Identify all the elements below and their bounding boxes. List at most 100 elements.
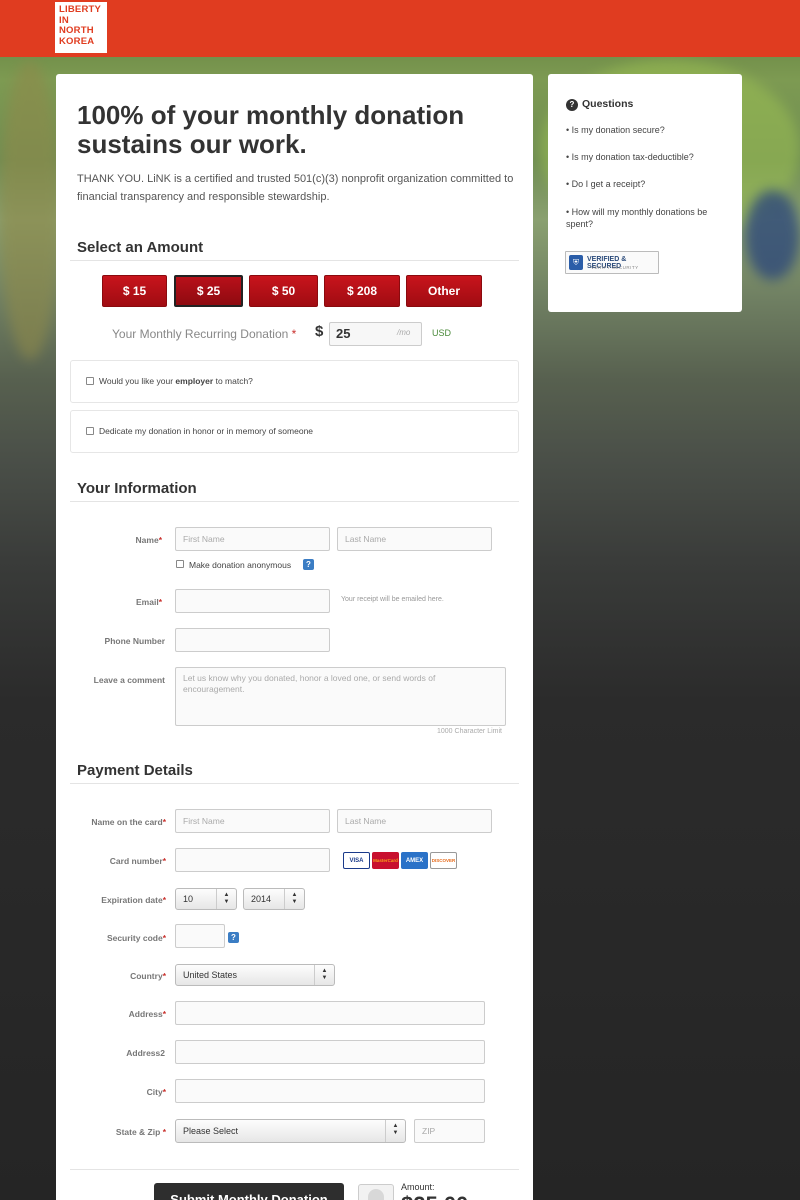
question-link[interactable]: • How will my monthly donations be spent… [566, 206, 731, 230]
verified-secured-badge[interactable]: ⛨ VERIFIED & SECURED VERIFY SECURITY [565, 251, 659, 274]
amount-button-other[interactable]: Other [406, 275, 482, 307]
divider [70, 501, 519, 502]
divider [70, 260, 519, 261]
required-mark: * [162, 1009, 166, 1019]
anonymous-checkbox[interactable] [176, 560, 184, 568]
address2-input[interactable] [175, 1040, 485, 1064]
last-name-input[interactable]: Last Name [337, 527, 492, 551]
security-code-label: Security code* [66, 933, 166, 943]
card-number-label: Card number* [66, 856, 166, 866]
exp-year-value: 2014 [251, 894, 272, 904]
dedicate-option: Dedicate my donation in honor or in memo… [70, 410, 519, 453]
question-text: Do I get a receipt? [571, 179, 646, 189]
background-figure [745, 190, 800, 280]
email-input[interactable] [175, 589, 330, 613]
country-select[interactable]: United States ▲ ▼ [175, 964, 335, 986]
city-label-text: City [146, 1087, 163, 1097]
payment-details-heading: Payment Details [77, 762, 193, 779]
period-suffix: /mo [397, 328, 411, 337]
address2-label: Address2 [126, 1048, 165, 1058]
currency-symbol: $ [315, 323, 324, 340]
required-mark: * [162, 895, 166, 905]
city-input[interactable] [175, 1079, 485, 1103]
visa-icon: VISA [343, 852, 370, 869]
amount-summary-label: Amount: [401, 1182, 435, 1192]
shield-icon: ⛨ [569, 255, 583, 270]
dedicate-label[interactable]: Dedicate my donation in honor or in memo… [99, 426, 313, 436]
employer-match-label[interactable]: Would you like your employer to match? [99, 376, 253, 386]
amount-button-50[interactable]: $ 50 [249, 275, 318, 307]
expiration-year-select[interactable]: 2014 ▲ ▼ [243, 888, 305, 910]
amex-icon: AMEX [401, 852, 428, 869]
brand-logo[interactable]: LIBERTY IN NORTH KOREA [55, 2, 107, 53]
state-select[interactable]: Please Select ▲ ▼ [175, 1119, 406, 1143]
expiration-label: Expiration date* [66, 895, 166, 905]
address-input[interactable] [175, 1001, 485, 1025]
question-link[interactable]: • Is my donation secure? [566, 124, 731, 136]
logo-line: KOREA [59, 35, 95, 47]
required-mark: * [158, 535, 162, 545]
amount-button-25[interactable]: $ 25 [174, 275, 243, 307]
divider [70, 1169, 519, 1170]
card-number-input[interactable] [175, 848, 330, 872]
email-hint: Your receipt will be emailed here. [341, 596, 444, 603]
amount-button-15[interactable]: $ 15 [102, 275, 167, 307]
required-mark: * [162, 817, 166, 827]
required-mark: * [162, 1127, 166, 1137]
country-value: United States [183, 970, 238, 980]
address-label: Address* [66, 1009, 166, 1019]
help-icon[interactable]: ? [228, 932, 239, 943]
badge-subtitle: VERIFY SECURITY [591, 265, 639, 270]
question-text: Is my donation tax-deductible? [571, 152, 694, 162]
zip-input[interactable]: ZIP [414, 1119, 485, 1143]
employer-match-checkbox[interactable] [86, 377, 94, 385]
submit-donation-button[interactable]: Submit Monthly Donation [154, 1183, 344, 1200]
required-mark: * [291, 327, 297, 341]
question-text: Is my donation secure? [571, 125, 665, 135]
mastercard-icon: MasterCard [372, 852, 399, 869]
question-link[interactable]: • Is my donation tax-deductible? [566, 151, 731, 163]
questions-heading: Questions [582, 98, 634, 110]
avatar [358, 1184, 394, 1200]
state-zip-label: State & Zip * [66, 1127, 166, 1137]
country-label: Country* [66, 971, 166, 981]
comment-textarea[interactable]: Let us know why you donated, honor a lov… [175, 667, 506, 726]
employer-suffix: to match? [215, 376, 253, 386]
expiration-label-text: Expiration date [101, 895, 163, 905]
anonymous-label[interactable]: Make donation anonymous [189, 560, 291, 570]
email-label-text: Email [136, 597, 159, 607]
exp-month-value: 10 [183, 894, 194, 904]
amount-summary-total: $25.00 [401, 1192, 468, 1200]
card-last-name-input[interactable]: Last Name [337, 809, 492, 833]
required-mark: * [162, 1087, 166, 1097]
required-mark: * [162, 856, 166, 866]
expiration-month-select[interactable]: 10 ▲ ▼ [175, 888, 237, 910]
first-name-input[interactable]: First Name [175, 527, 330, 551]
required-mark: * [162, 971, 166, 981]
divider [70, 783, 519, 784]
page-title: 100% of your monthly donation sustains o… [77, 100, 465, 159]
question-text: How will my monthly donations be spent? [566, 207, 708, 229]
security-label-text: Security code [106, 933, 163, 943]
email-label: Email* [76, 597, 162, 607]
country-label-text: Country [130, 971, 163, 981]
logo-line: LIBERTY [59, 4, 102, 15]
city-label: City* [66, 1087, 166, 1097]
top-bar: LIBERTY IN NORTH KOREA [0, 0, 800, 57]
phone-input[interactable] [175, 628, 330, 652]
card-name-label: Name on the card* [66, 817, 166, 827]
dedicate-checkbox[interactable] [86, 427, 94, 435]
amount-button-208[interactable]: $ 208 [324, 275, 400, 307]
select-arrows-icon: ▲ ▼ [385, 1120, 405, 1142]
question-link[interactable]: • Do I get a receipt? [566, 178, 731, 190]
help-icon[interactable]: ? [303, 559, 314, 570]
select-arrows-icon: ▲ ▼ [284, 889, 304, 909]
security-code-input[interactable] [175, 924, 225, 948]
state-value: Please Select [183, 1126, 239, 1136]
employer-prefix: Would you like your [99, 376, 174, 386]
recurring-label-text: Your Monthly Recurring Donation [112, 327, 289, 341]
name-label-text: Name [135, 535, 159, 545]
card-first-name-input[interactable]: First Name [175, 809, 330, 833]
select-arrows-icon: ▲ ▼ [314, 965, 334, 985]
name-label: Name* [76, 535, 162, 545]
